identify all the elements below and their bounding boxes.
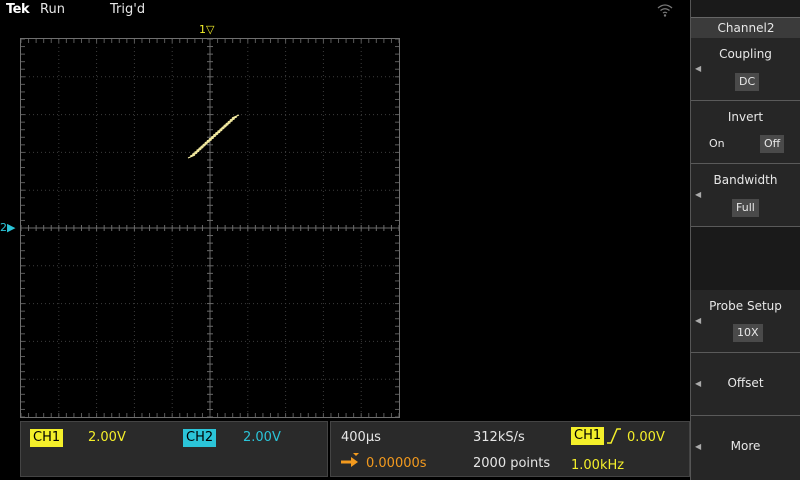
- offset-label: Offset: [727, 376, 764, 390]
- more-button[interactable]: ◀ More: [691, 416, 800, 480]
- menu-title: Channel2: [691, 17, 800, 39]
- graticule: [21, 39, 399, 417]
- invert-off-option[interactable]: Off: [760, 135, 785, 153]
- menu-arrow-icon: ◀: [695, 190, 702, 199]
- record-length: 2000 points: [473, 456, 551, 471]
- delay-value[interactable]: 0.00000s: [366, 455, 427, 473]
- trigger-state: Trig'd: [110, 2, 146, 17]
- probe-setup-label: Probe Setup: [709, 299, 782, 313]
- status-bar: Tek Run Trig'd ?: [0, 0, 779, 20]
- brand-logo: Tek: [6, 2, 30, 17]
- empty-menu-slot: [691, 227, 800, 291]
- trigger-level[interactable]: 0.00V: [627, 429, 665, 447]
- invert-label: Invert: [727, 110, 764, 124]
- more-label: More: [730, 439, 761, 453]
- horizontal-scale[interactable]: 400µs: [341, 429, 381, 447]
- menu-arrow-icon: ◀: [695, 316, 702, 325]
- waveform-display[interactable]: [20, 38, 400, 418]
- channel-readout-bar: CH1 2.00V CH2 2.00V: [20, 421, 328, 477]
- wifi-icon: [656, 2, 674, 18]
- timebase-readout-bar: 400µs 312kS/s 0.00000s 2000 points CH1 0…: [330, 421, 690, 477]
- menu-arrow-icon: ◀: [695, 64, 702, 73]
- ch1-scale[interactable]: 2.00V: [88, 429, 126, 447]
- coupling-button[interactable]: ◀ Coupling DC: [691, 38, 800, 101]
- bandwidth-value: Full: [732, 199, 759, 217]
- trigger-source-badge[interactable]: CH1: [571, 427, 605, 445]
- ch2-badge[interactable]: CH2: [183, 429, 217, 447]
- coupling-label: Coupling: [719, 47, 772, 61]
- channel2-side-menu: Channel2 ◀ Coupling DC Invert On Off ◀ B…: [690, 0, 800, 480]
- invert-on-option[interactable]: On: [709, 135, 725, 153]
- rising-edge-icon: [605, 426, 623, 446]
- trigger-frequency: 1.00kHz: [571, 458, 625, 473]
- trigger-position-marker[interactable]: 1▽: [199, 23, 214, 36]
- ch2-ground-marker[interactable]: 2▶: [0, 221, 15, 234]
- coupling-value: DC: [735, 73, 760, 91]
- offset-button[interactable]: ◀ Offset: [691, 353, 800, 416]
- invert-button[interactable]: Invert On Off: [691, 101, 800, 164]
- ch2-scale[interactable]: 2.00V: [243, 429, 281, 447]
- probe-setup-button[interactable]: ◀ Probe Setup 10X: [691, 290, 800, 353]
- run-state[interactable]: Run: [40, 2, 65, 17]
- xy-trace: [187, 114, 240, 159]
- sample-rate: 312kS/s: [473, 430, 525, 445]
- probe-setup-value: 10X: [733, 324, 763, 342]
- ch1-badge[interactable]: CH1: [30, 429, 64, 447]
- bandwidth-button[interactable]: ◀ Bandwidth Full: [691, 164, 800, 227]
- delay-arrow-icon: [339, 452, 365, 470]
- bandwidth-label: Bandwidth: [713, 173, 778, 187]
